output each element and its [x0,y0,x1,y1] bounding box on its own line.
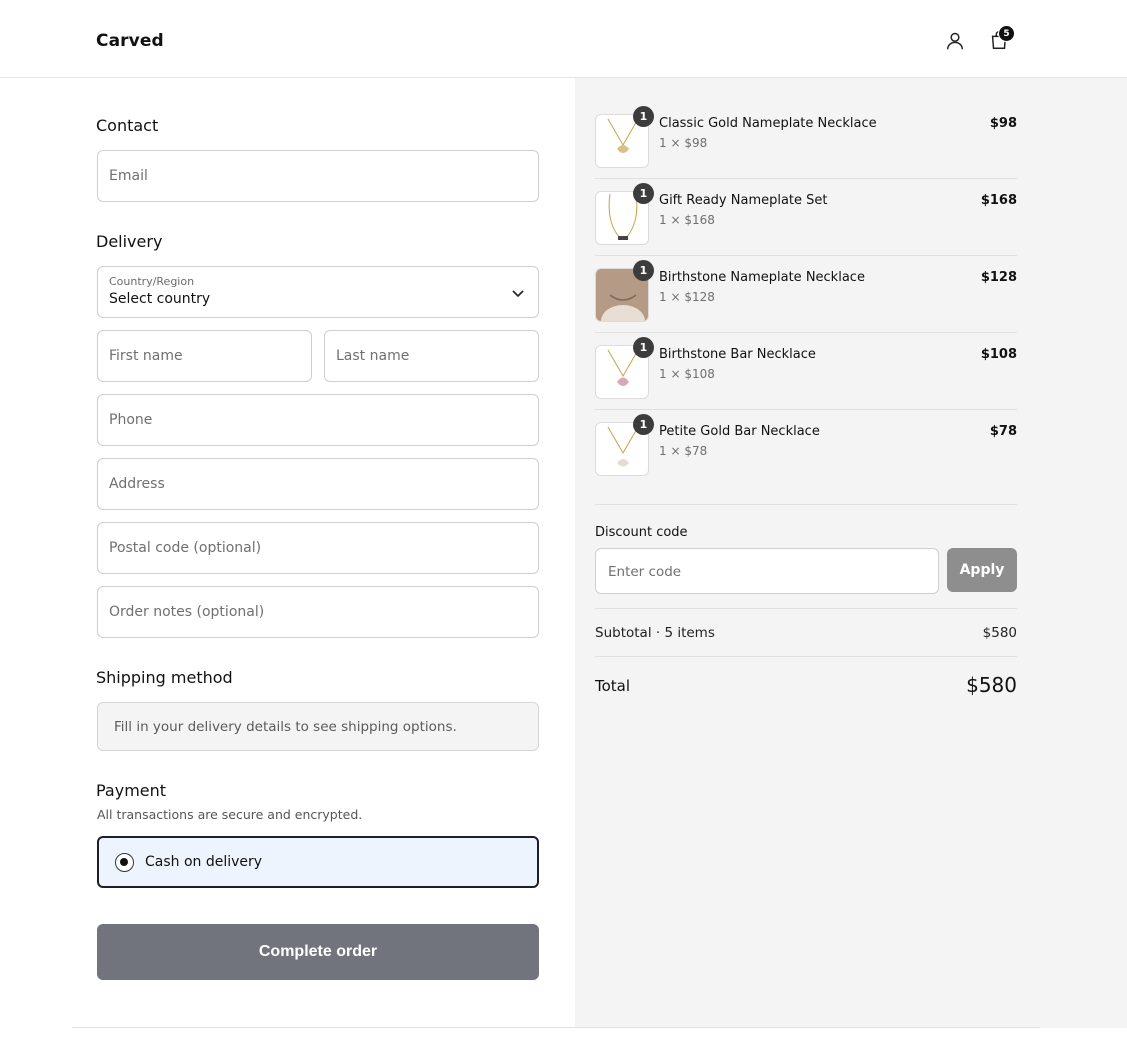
phone-placeholder: Phone [109,412,153,428]
complete-order-button[interactable]: Complete order [97,924,539,980]
item-quantity-badge: 1 [633,183,654,204]
site-header: Carved 5 [0,0,1127,78]
item-quantity-badge: 1 [633,337,654,358]
discount-placeholder: Enter code [608,564,682,580]
discount-label: Discount code [595,525,688,540]
order-notes-field[interactable]: Order notes (optional) [97,586,539,638]
order-notes-placeholder: Order notes (optional) [109,604,265,620]
item-price: $168 [980,193,1017,208]
item-unit-price: 1 × $168 [659,213,715,227]
brand-logo[interactable]: Carved [96,31,164,51]
country-label: Country/Region [109,275,195,288]
phone-field[interactable]: Phone [97,394,539,446]
first-name-placeholder: First name [109,348,183,364]
country-value: Select country [109,291,211,307]
item-name: Classic Gold Nameplate Necklace [659,116,877,131]
address-field[interactable]: Address [97,458,539,510]
item-unit-price: 1 × $128 [659,290,715,304]
last-name-field[interactable]: Last name [324,330,539,382]
payment-subtitle: All transactions are secure and encrypte… [97,807,363,822]
discount-code-input[interactable]: Enter code [595,548,939,594]
email-field[interactable]: Email [97,150,539,202]
shipping-title: Shipping method [96,668,233,687]
item-price: $98 [989,116,1017,131]
total-value: $580 [966,673,1017,697]
order-item: 1 Petite Gold Bar Necklace 1 × $78 $78 [595,414,1017,499]
postal-code-placeholder: Postal code (optional) [109,540,262,556]
user-icon[interactable] [944,30,966,52]
item-quantity-badge: 1 [633,260,654,281]
chevron-down-icon [512,290,524,298]
shipping-message: Fill in your delivery details to see shi… [114,719,457,735]
item-name: Gift Ready Nameplate Set [659,193,828,208]
apply-discount-button[interactable]: Apply [947,548,1017,592]
item-name: Petite Gold Bar Necklace [659,424,820,439]
divider [595,504,1017,505]
item-divider [595,255,1017,256]
cart-count-badge: 5 [998,25,1015,42]
item-name: Birthstone Nameplate Necklace [659,270,865,285]
order-item: 1 Birthstone Bar Necklace 1 × $108 $108 [595,337,1017,422]
country-select[interactable]: Country/Region Select country [97,266,539,318]
item-price: $78 [989,424,1017,439]
first-name-field[interactable]: First name [97,330,312,382]
item-divider [595,178,1017,179]
divider [595,656,1017,657]
total-label: Total [595,677,631,695]
order-item: 1 Birthstone Nameplate Necklace 1 × $128 $1… [595,260,1017,345]
last-name-placeholder: Last name [336,348,410,364]
order-item: 1 Classic Gold Nameplate Necklace 1 × $98 $… [595,106,1017,191]
item-unit-price: 1 × $98 [659,136,708,150]
item-price: $108 [980,347,1017,362]
item-divider [595,332,1017,333]
item-unit-price: 1 × $78 [659,444,708,458]
email-placeholder: Email [109,168,148,184]
footer-divider [72,1027,1040,1028]
payment-title: Payment [96,781,167,800]
item-unit-price: 1 × $108 [659,367,715,381]
item-name: Birthstone Bar Necklace [659,347,816,362]
item-price: $128 [980,270,1017,285]
postal-code-field[interactable]: Postal code (optional) [97,522,539,574]
subtotal-value: $580 [982,625,1017,641]
radio-selected-icon[interactable] [115,853,134,872]
item-quantity-badge: 1 [633,106,654,127]
shipping-options-box: Fill in your delivery details to see shi… [97,702,539,751]
item-divider [595,409,1017,410]
item-quantity-badge: 1 [633,414,654,435]
divider [595,608,1017,609]
address-placeholder: Address [109,476,165,492]
payment-option-label: Cash on delivery [145,854,263,870]
payment-option-cod[interactable]: Cash on delivery [97,836,539,888]
order-item: 1 Gift Ready Nameplate Set 1 × $168 $168 [595,183,1017,268]
delivery-title: Delivery [96,232,163,251]
subtotal-label: Subtotal · 5 items [595,625,715,641]
contact-title: Contact [96,116,159,135]
